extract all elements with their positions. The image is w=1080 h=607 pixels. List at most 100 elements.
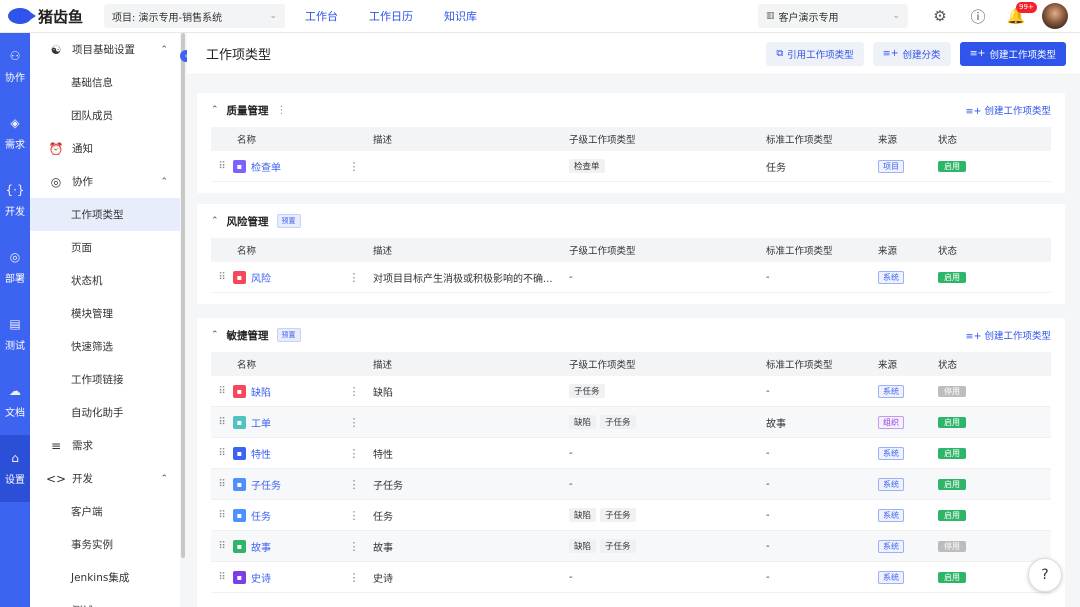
- help-icon[interactable]: ⓘ: [966, 4, 990, 28]
- status-badge: 启用: [938, 160, 966, 172]
- sidebar-item-automation[interactable]: 自动化助手: [30, 396, 180, 429]
- type-name-link[interactable]: 工单: [251, 415, 271, 430]
- sidebar-item-client[interactable]: 客户端: [30, 495, 180, 528]
- table-row[interactable]: ⠿ ▪ 任务 ⋮ 任务 缺陷 子任务 - 系统 启用: [211, 500, 1051, 531]
- type-name-link[interactable]: 缺陷: [251, 384, 271, 399]
- type-name-link[interactable]: 史诗: [251, 570, 271, 585]
- chevron-up-icon[interactable]: ⌃: [211, 216, 219, 226]
- sub-types: -: [569, 448, 766, 459]
- table-row[interactable]: ⠿ ▪ 子任务 ⋮ 子任务 - - 系统 启用: [211, 469, 1051, 500]
- top-bar: 猪齿鱼 项目: 演示专用-销售系统 ⌄ 工作台 工作日历 知识库 ▥ 客户演示专用…: [0, 0, 1080, 33]
- sidebar-group-basic[interactable]: ☯ 项目基础设置 ⌃: [30, 33, 180, 66]
- source-tag: 系统: [878, 570, 904, 584]
- rail-item-docs[interactable]: ☁ 文档: [0, 368, 30, 435]
- sidebar-item-team[interactable]: 团队成员: [30, 99, 180, 132]
- project-select[interactable]: 项目: 演示专用-销售系统 ⌄: [104, 4, 285, 28]
- avatar[interactable]: [1042, 3, 1068, 29]
- table-row[interactable]: ⠿ ▪ 风险 ⋮ 对项目目标产生消极或积极影响的不确... - - 系统 启用: [211, 262, 1051, 293]
- drag-handle-icon[interactable]: ⠿: [211, 417, 233, 428]
- sidebar-scrollbar[interactable]: [181, 33, 185, 558]
- type-name-link[interactable]: 风险: [251, 270, 271, 285]
- rail-item-collab[interactable]: ⚇ 协作: [0, 33, 30, 100]
- sidebar-item-basic-info[interactable]: 基础信息: [30, 66, 180, 99]
- table-row[interactable]: ⠿ ▪ 缺陷 ⋮ 缺陷 子任务 - 系统 停用: [211, 376, 1051, 407]
- reference-type-button[interactable]: ⧉ 引用工作项类型: [766, 41, 864, 66]
- collab-icon: ◎: [50, 174, 62, 189]
- type-name-link[interactable]: 检查单: [251, 159, 281, 174]
- type-name-link[interactable]: 任务: [251, 508, 271, 523]
- sub-type-empty: -: [569, 447, 573, 459]
- sub-type-chip: 子任务: [569, 384, 605, 398]
- chevron-up-icon[interactable]: ⌃: [211, 330, 219, 340]
- box-icon: ◎: [9, 250, 21, 264]
- row-more-icon[interactable]: ⋮: [335, 160, 373, 173]
- chevron-up-icon: ⌃: [160, 473, 168, 484]
- sidebar-item-links[interactable]: 工作项链接: [30, 363, 180, 396]
- drag-handle-icon[interactable]: ⠿: [211, 510, 233, 521]
- nav-workbench[interactable]: 工作台: [305, 8, 338, 24]
- preset-tag: 预置: [276, 328, 301, 342]
- drag-handle-icon[interactable]: ⠿: [211, 448, 233, 459]
- row-more-icon[interactable]: ⋮: [335, 385, 373, 398]
- sidebar-item-state-machine[interactable]: 状态机: [30, 264, 180, 297]
- drag-handle-icon[interactable]: ⠿: [211, 272, 233, 283]
- bell-icon[interactable]: 🔔 99+: [1004, 2, 1037, 28]
- type-name-link[interactable]: 特性: [251, 446, 271, 461]
- nav-calendar[interactable]: 工作日历: [369, 8, 413, 24]
- chevron-up-icon[interactable]: ⌃: [211, 105, 219, 115]
- sidebar-item-quick-filter[interactable]: 快速筛选: [30, 330, 180, 363]
- drag-handle-icon[interactable]: ⠿: [211, 541, 233, 552]
- sidebar-item-transactions[interactable]: 事务实例: [30, 528, 180, 561]
- row-more-icon[interactable]: ⋮: [335, 509, 373, 522]
- row-more-icon[interactable]: ⋮: [335, 271, 373, 284]
- rail-item-dev[interactable]: {·} 开发: [0, 167, 30, 234]
- table-row[interactable]: ⠿ ▪ 检查单 ⋮ 检查单 任务 项目 启用: [211, 151, 1051, 182]
- standard-type: -: [766, 447, 770, 459]
- row-more-icon[interactable]: ⋮: [335, 540, 373, 553]
- create-category-button[interactable]: ≡+ 创建分类: [872, 41, 951, 66]
- app-logo[interactable]: 猪齿鱼: [0, 6, 100, 27]
- rail-item-deploy[interactable]: ◎ 部署: [0, 234, 30, 301]
- gear-icon[interactable]: ⚙: [928, 4, 952, 28]
- add-list-icon: ≡+: [882, 48, 899, 59]
- sidebar-item-jenkins[interactable]: Jenkins集成: [30, 561, 180, 594]
- sidebar-group-dev[interactable]: <> 开发 ⌃: [30, 462, 180, 495]
- table-row[interactable]: ⠿ ▪ 故事 ⋮ 故事 缺陷 子任务 - 系统 停用: [211, 531, 1051, 562]
- type-name-link[interactable]: 子任务: [251, 477, 281, 492]
- code-icon: <>: [46, 471, 67, 486]
- sub-type-chip: 缺陷: [569, 415, 597, 429]
- drag-handle-icon[interactable]: ⠿: [211, 161, 233, 172]
- work-item-type-icon: ▪: [233, 508, 246, 522]
- drag-handle-icon[interactable]: ⠿: [211, 479, 233, 490]
- drag-handle-icon[interactable]: ⠿: [211, 572, 233, 583]
- row-more-icon[interactable]: ⋮: [335, 571, 373, 584]
- more-icon[interactable]: ⋮: [277, 105, 287, 116]
- create-type-link[interactable]: ≡+ 创建工作项类型: [966, 328, 1051, 342]
- create-type-link[interactable]: ≡+ 创建工作项类型: [966, 103, 1051, 117]
- nav-knowledge[interactable]: 知识库: [444, 8, 477, 24]
- status-badge: 启用: [938, 571, 966, 583]
- sidebar-item-notify[interactable]: ⏰ 通知: [30, 132, 180, 165]
- sidebar-group-collab[interactable]: ◎ 协作 ⌃: [30, 165, 180, 198]
- sidebar-item-demand[interactable]: ≡ 需求: [30, 429, 180, 462]
- sidebar: ☯ 项目基础设置 ⌃ 基础信息 团队成员 ⏰ 通知 ◎ 协作 ⌃ 工作项类型 页面 状态机…: [30, 33, 180, 607]
- rail-item-demand[interactable]: ◈ 需求: [0, 100, 30, 167]
- table-row[interactable]: ⠿ ▪ 特性 ⋮ 特性 - - 系统 启用: [211, 438, 1051, 469]
- table-row[interactable]: ⠿ ▪ 工单 ⋮ 缺陷 子任务 故事 组织 启用: [211, 407, 1051, 438]
- row-more-icon[interactable]: ⋮: [335, 478, 373, 491]
- help-float-button[interactable]: ?: [1028, 558, 1062, 592]
- rail-item-test[interactable]: ▤ 测试: [0, 301, 30, 368]
- row-more-icon[interactable]: ⋮: [335, 416, 373, 429]
- sidebar-item-pages[interactable]: 页面: [30, 231, 180, 264]
- table-row[interactable]: ⠿ ▪ 史诗 ⋮ 史诗 - - 系统 启用: [211, 562, 1051, 593]
- sidebar-item-work-item-types[interactable]: 工作项类型: [30, 198, 180, 231]
- row-more-icon[interactable]: ⋮: [335, 447, 373, 460]
- rail-item-settings[interactable]: ⌂ 设置: [0, 435, 30, 502]
- source-tag: 系统: [878, 539, 904, 553]
- create-type-button[interactable]: ≡+ 创建工作项类型: [959, 41, 1066, 66]
- client-select[interactable]: ▥ 客户演示专用 ⌄: [758, 4, 908, 28]
- sidebar-item-test-partial[interactable]: ▤测试: [30, 594, 180, 607]
- drag-handle-icon[interactable]: ⠿: [211, 386, 233, 397]
- sidebar-item-modules[interactable]: 模块管理: [30, 297, 180, 330]
- type-name-link[interactable]: 故事: [251, 539, 271, 554]
